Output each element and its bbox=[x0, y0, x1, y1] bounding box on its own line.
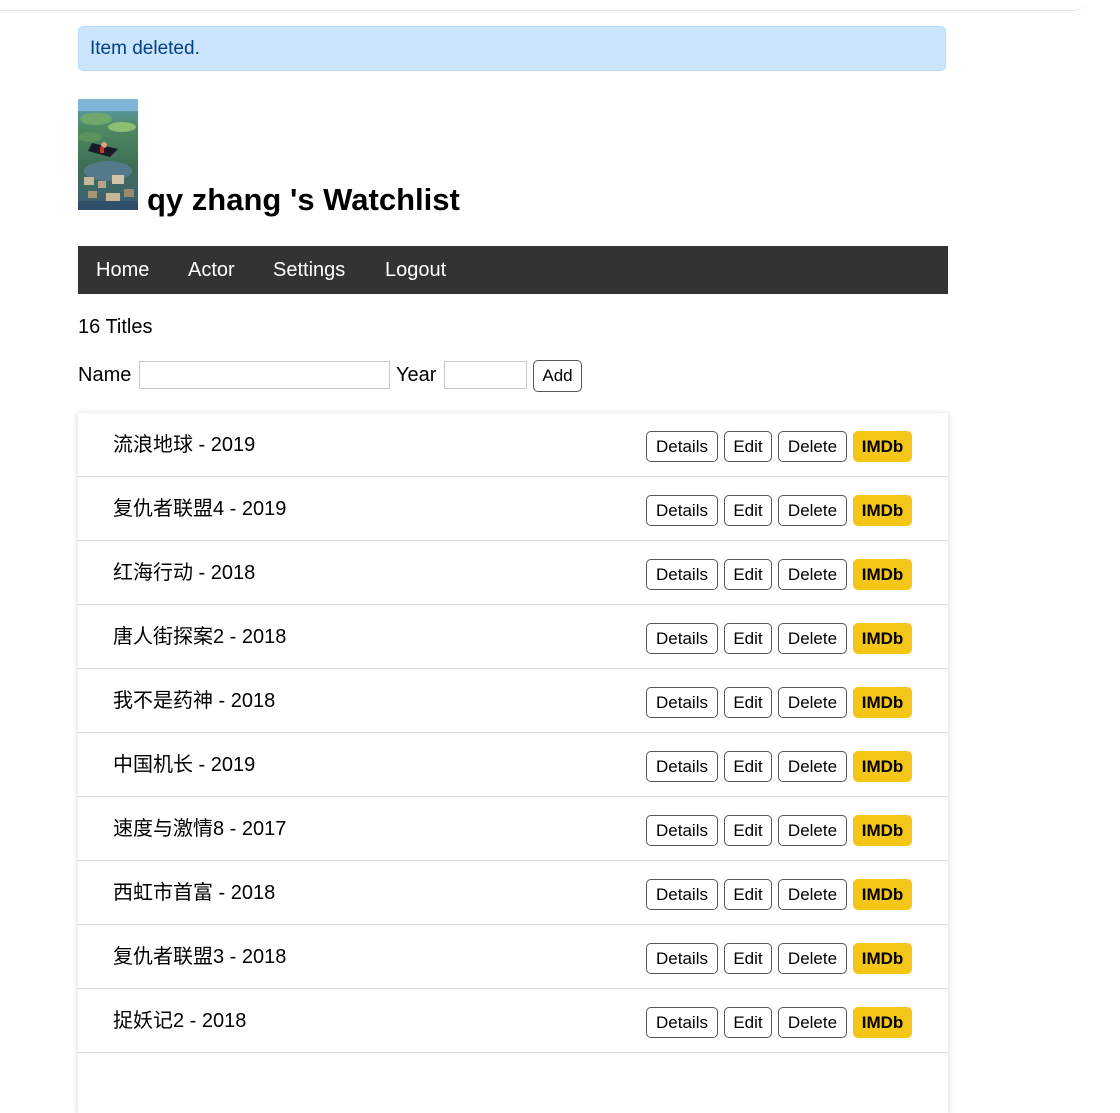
nav-actor[interactable]: Actor bbox=[188, 246, 235, 294]
edit-button[interactable]: Edit bbox=[724, 623, 772, 654]
movie-title: 速度与激情8 - 2017 bbox=[113, 818, 287, 840]
movie-title: 唐人街探案2 - 2018 bbox=[113, 626, 287, 648]
details-button[interactable]: Details bbox=[646, 431, 718, 462]
list-item: 复仇者联盟3 - 2018 Details Edit Delete IMDb bbox=[78, 925, 948, 989]
alert-message: Item deleted. bbox=[78, 26, 946, 71]
list-item: 流浪地球 - 2019 Details Edit Delete IMDb bbox=[78, 413, 948, 477]
details-button[interactable]: Details bbox=[646, 495, 718, 526]
edit-button[interactable]: Edit bbox=[724, 431, 772, 462]
movie-title: 流浪地球 - 2019 bbox=[113, 434, 256, 456]
movie-title: 复仇者联盟3 - 2018 bbox=[113, 946, 287, 968]
add-button[interactable]: Add bbox=[533, 360, 582, 392]
navbar: Home Actor Settings Logout bbox=[78, 246, 948, 294]
delete-button[interactable]: Delete bbox=[778, 687, 847, 718]
details-button[interactable]: Details bbox=[646, 751, 718, 782]
list-item: 西虹市首富 - 2018 Details Edit Delete IMDb bbox=[78, 861, 948, 925]
imdb-button[interactable]: IMDb bbox=[853, 943, 912, 974]
list-item: 红海行动 - 2018 Details Edit Delete IMDb bbox=[78, 541, 948, 605]
edit-button[interactable]: Edit bbox=[724, 879, 772, 910]
imdb-button[interactable]: IMDb bbox=[853, 1007, 912, 1038]
page-header: qy zhang 's Watchlist bbox=[78, 99, 948, 219]
name-label: Name bbox=[78, 364, 132, 386]
imdb-button[interactable]: IMDb bbox=[853, 431, 912, 462]
list-item: 捉妖记2 - 2018 Details Edit Delete IMDb bbox=[78, 989, 948, 1053]
list-item: 唐人街探案2 - 2018 Details Edit Delete IMDb bbox=[78, 605, 948, 669]
details-button[interactable]: Details bbox=[646, 1007, 718, 1038]
movie-title: 红海行动 - 2018 bbox=[113, 562, 256, 584]
edit-button[interactable]: Edit bbox=[724, 687, 772, 718]
details-button[interactable]: Details bbox=[646, 815, 718, 846]
movie-list: 流浪地球 - 2019 Details Edit Delete IMDb 复仇者… bbox=[78, 413, 948, 1113]
delete-button[interactable]: Delete bbox=[778, 1007, 847, 1038]
list-item: 我不是药神 - 2018 Details Edit Delete IMDb bbox=[78, 669, 948, 733]
imdb-button[interactable]: IMDb bbox=[853, 879, 912, 910]
delete-button[interactable]: Delete bbox=[778, 879, 847, 910]
movie-title: 复仇者联盟4 - 2019 bbox=[113, 498, 287, 520]
page-title: qy zhang 's Watchlist bbox=[147, 182, 460, 217]
delete-button[interactable]: Delete bbox=[778, 815, 847, 846]
list-item: 中国机长 - 2019 Details Edit Delete IMDb bbox=[78, 733, 948, 797]
details-button[interactable]: Details bbox=[646, 623, 718, 654]
imdb-button[interactable]: IMDb bbox=[853, 559, 912, 590]
avatar bbox=[78, 99, 138, 210]
list-item: 复仇者联盟4 - 2019 Details Edit Delete IMDb bbox=[78, 477, 948, 541]
edit-button[interactable]: Edit bbox=[724, 943, 772, 974]
imdb-button[interactable]: IMDb bbox=[853, 751, 912, 782]
details-button[interactable]: Details bbox=[646, 559, 718, 590]
nav-home[interactable]: Home bbox=[96, 246, 149, 294]
details-button[interactable]: Details bbox=[646, 943, 718, 974]
edit-button[interactable]: Edit bbox=[724, 559, 772, 590]
delete-button[interactable]: Delete bbox=[778, 751, 847, 782]
list-item: 速度与激情8 - 2017 Details Edit Delete IMDb bbox=[78, 797, 948, 861]
edit-button[interactable]: Edit bbox=[724, 751, 772, 782]
details-button[interactable]: Details bbox=[646, 687, 718, 718]
delete-button[interactable]: Delete bbox=[778, 623, 847, 654]
nav-logout[interactable]: Logout bbox=[385, 246, 446, 294]
browser-frame-edge bbox=[0, 0, 1085, 11]
edit-button[interactable]: Edit bbox=[724, 1007, 772, 1038]
add-movie-form: Name Year Add bbox=[78, 360, 948, 392]
delete-button[interactable]: Delete bbox=[778, 431, 847, 462]
title-count: 16 Titles bbox=[78, 316, 153, 338]
details-button[interactable]: Details bbox=[646, 879, 718, 910]
movie-title: 捉妖记2 - 2018 bbox=[113, 1010, 247, 1032]
nav-settings[interactable]: Settings bbox=[273, 246, 345, 294]
imdb-button[interactable]: IMDb bbox=[853, 815, 912, 846]
delete-button[interactable]: Delete bbox=[778, 495, 847, 526]
imdb-button[interactable]: IMDb bbox=[853, 623, 912, 654]
movie-title: 西虹市首富 - 2018 bbox=[113, 882, 276, 904]
movie-title: 中国机长 - 2019 bbox=[113, 754, 256, 776]
imdb-button[interactable]: IMDb bbox=[853, 687, 912, 718]
name-input[interactable] bbox=[139, 361, 390, 389]
imdb-button[interactable]: IMDb bbox=[853, 495, 912, 526]
year-input[interactable] bbox=[444, 361, 527, 389]
delete-button[interactable]: Delete bbox=[778, 943, 847, 974]
movie-title: 我不是药神 - 2018 bbox=[113, 690, 276, 712]
edit-button[interactable]: Edit bbox=[724, 495, 772, 526]
year-label: Year bbox=[396, 364, 437, 386]
edit-button[interactable]: Edit bbox=[724, 815, 772, 846]
delete-button[interactable]: Delete bbox=[778, 559, 847, 590]
